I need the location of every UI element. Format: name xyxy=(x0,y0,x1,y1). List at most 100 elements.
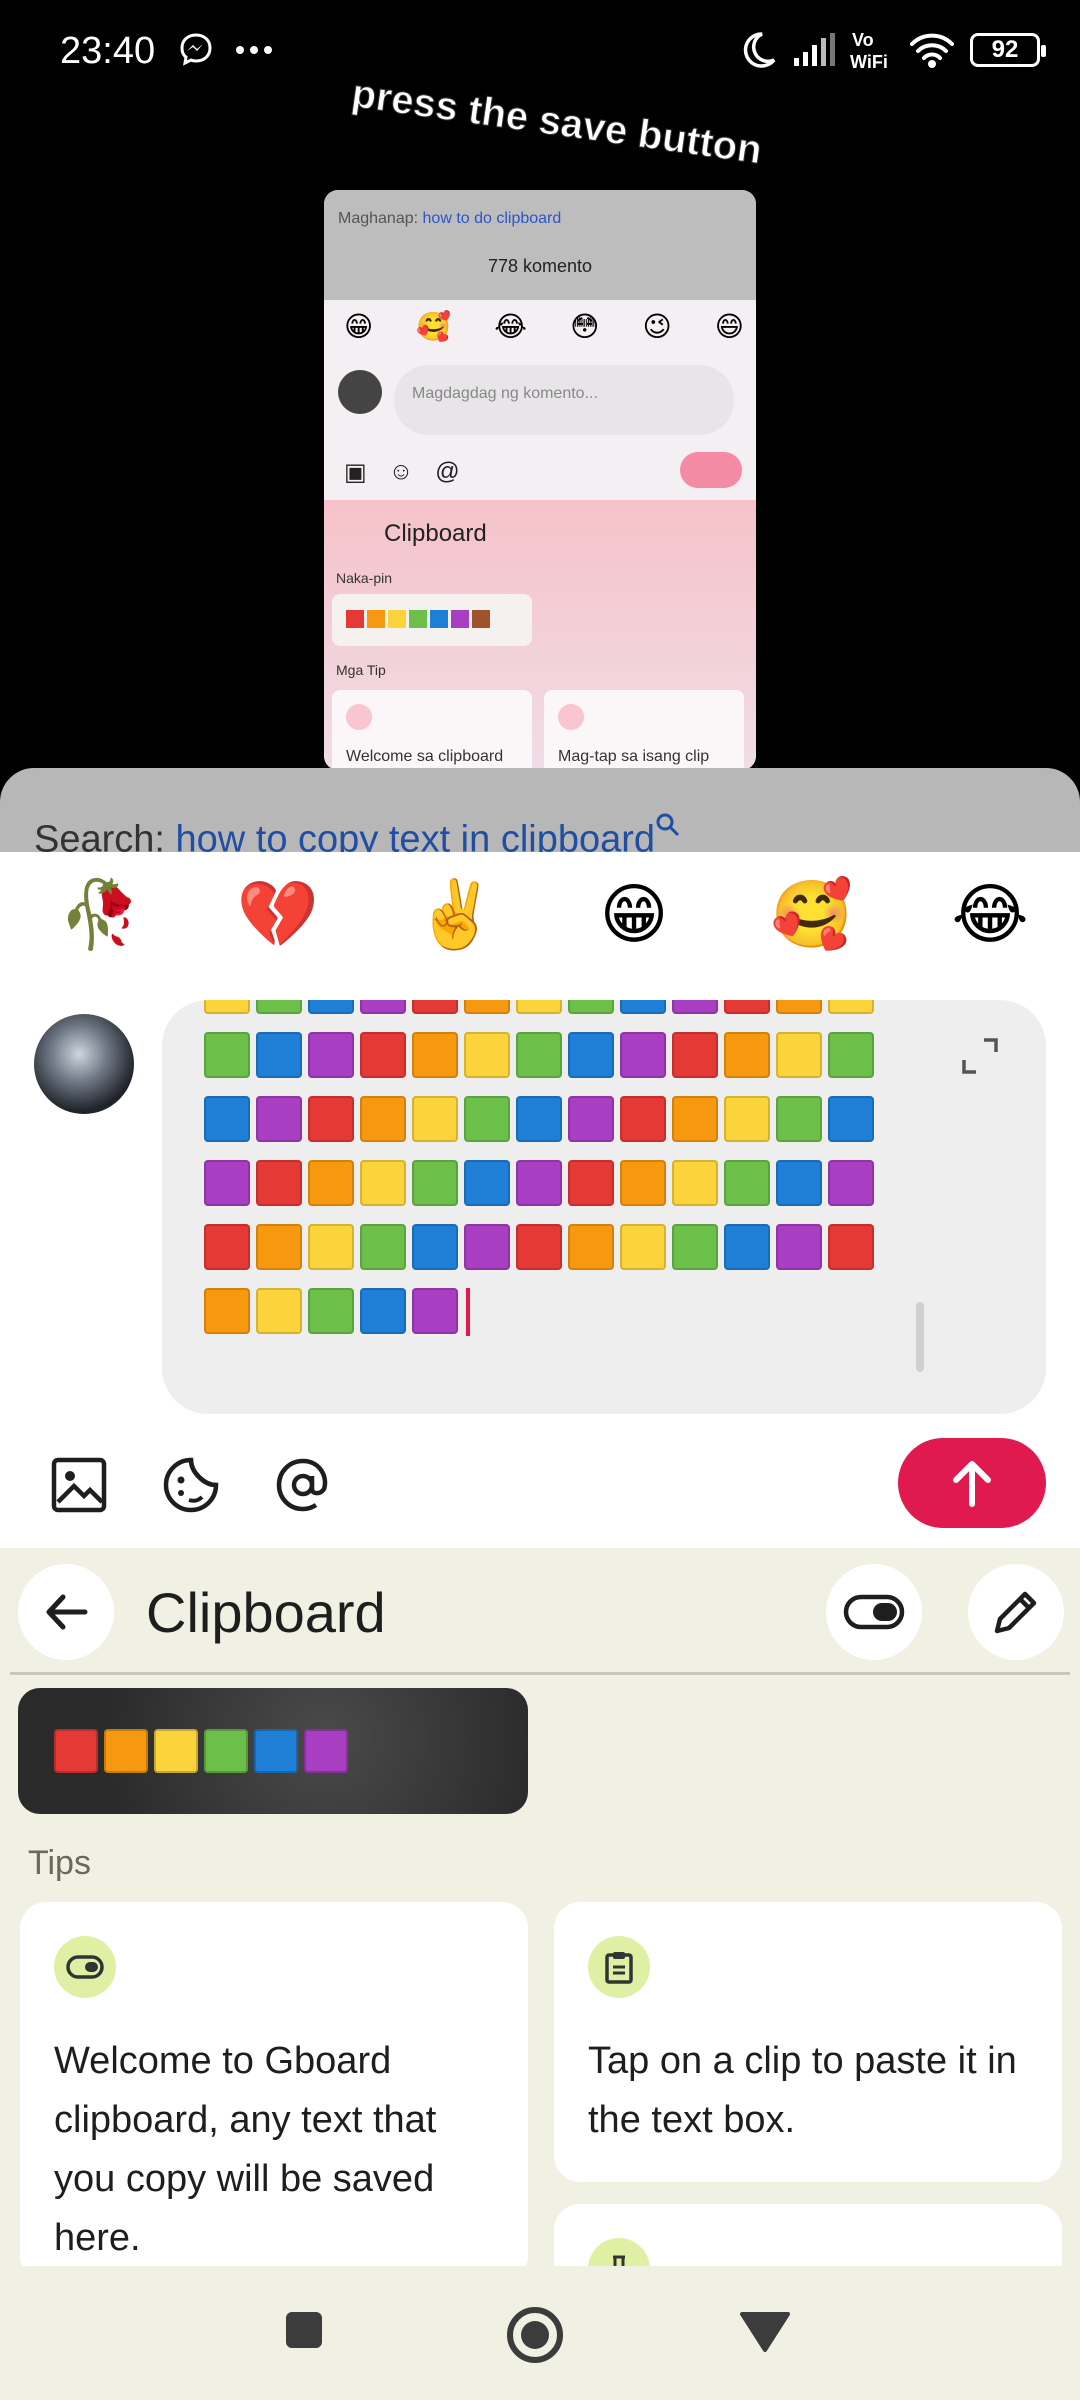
video-tip-card: Mag-tap sa isang clip xyxy=(544,690,744,770)
pinned-clip[interactable] xyxy=(18,1688,528,1814)
text-cursor xyxy=(466,1288,470,1336)
emoji-square-row xyxy=(204,1032,904,1078)
emoji-square xyxy=(204,1096,250,1142)
emoji-square xyxy=(828,1160,874,1206)
emoji-square xyxy=(776,1000,822,1014)
emoji-square xyxy=(308,1000,354,1014)
emoji-square-row xyxy=(204,1000,904,1014)
emoji-square-row xyxy=(204,1160,904,1206)
emoji-square xyxy=(672,1224,718,1270)
status-notification-icons xyxy=(176,30,274,70)
emoji-square xyxy=(308,1096,354,1142)
emoji-reaction[interactable]: 🥰 xyxy=(762,876,862,954)
emoji-square xyxy=(412,1000,458,1014)
emoji-square xyxy=(256,1160,302,1206)
video-send-button xyxy=(680,452,742,488)
input-scrollbar[interactable] xyxy=(916,1302,924,1372)
emoji-square xyxy=(360,1096,406,1142)
emoji-square xyxy=(412,1032,458,1078)
emoji-square-row xyxy=(204,1096,904,1142)
emoji-square xyxy=(464,1224,510,1270)
tip-card[interactable]: Tap on a clip to paste it in the text bo… xyxy=(554,1902,1062,2182)
emoji-reaction[interactable]: 🥀 xyxy=(50,876,150,954)
emoji-reaction[interactable]: 😂 xyxy=(940,876,1040,954)
emoji-square xyxy=(516,1000,562,1014)
emoji-square xyxy=(464,1032,510,1078)
emoji-reaction[interactable]: 💔 xyxy=(228,876,328,954)
home-button[interactable] xyxy=(506,2306,564,2364)
emoji-square xyxy=(204,1000,250,1014)
back-nav-button[interactable] xyxy=(740,2310,790,2354)
emoji-square xyxy=(724,1000,770,1014)
expand-icon[interactable] xyxy=(960,1036,1000,1076)
comment-text-emoji-squares xyxy=(204,1000,904,1354)
toggle-icon xyxy=(66,1955,104,1979)
divider xyxy=(10,1672,1070,1675)
navigation-bar xyxy=(0,2266,1080,2400)
battery-indicator: 92 xyxy=(970,33,1046,67)
video-comment-count: 778 komento xyxy=(487,256,593,276)
emoji-square xyxy=(724,1032,770,1078)
emoji-square xyxy=(308,1288,354,1334)
emoji-square xyxy=(776,1224,822,1270)
emoji-reaction[interactable]: 😁 xyxy=(584,876,684,954)
tip-text: Tap on a clip to paste it in the text bo… xyxy=(588,2040,1017,2141)
emoji-square xyxy=(256,1096,302,1142)
arrow-left-icon xyxy=(46,1594,88,1630)
emoji-square xyxy=(256,1032,302,1078)
emoji-square xyxy=(776,1160,822,1206)
video-toolbar: ▣ ☺ @ xyxy=(344,458,460,486)
emoji-square xyxy=(568,1224,614,1270)
emoji-square xyxy=(828,1096,874,1142)
more-dots-icon xyxy=(236,46,272,54)
emoji-square xyxy=(464,1160,510,1206)
back-button[interactable] xyxy=(18,1564,114,1660)
emoji-square xyxy=(204,1032,250,1078)
at-sign-icon[interactable] xyxy=(274,1456,332,1514)
emoji-square xyxy=(254,1729,298,1773)
emoji-square xyxy=(620,1224,666,1270)
sticker-icon[interactable] xyxy=(162,1456,220,1514)
emoji-square xyxy=(412,1160,458,1206)
comment-input-field[interactable] xyxy=(162,1000,1046,1414)
emoji-reaction-row: 🥀 💔 ✌️ 😁 🥰 😂 xyxy=(50,876,1040,954)
signal-icon xyxy=(794,33,835,66)
video-emoji-row: 😁 🥰 😂 😳 😉 😄 xyxy=(344,311,744,342)
emoji-square xyxy=(256,1288,302,1334)
video-avatar xyxy=(338,370,382,414)
edit-button[interactable] xyxy=(968,1564,1064,1660)
clipboard-toggle-button[interactable] xyxy=(826,1564,922,1660)
video-search-text: Maghanap: how to do clipboard xyxy=(338,210,562,227)
emoji-square xyxy=(724,1224,770,1270)
emoji-square xyxy=(360,1288,406,1334)
svg-text:WiFi: WiFi xyxy=(850,52,888,72)
status-system-icons: Vo WiFi 92 xyxy=(738,28,1046,72)
emoji-square xyxy=(724,1096,770,1142)
messenger-icon xyxy=(180,33,212,66)
emoji-square xyxy=(568,1000,614,1014)
emoji-square xyxy=(620,1160,666,1206)
emoji-reaction[interactable]: ✌️ xyxy=(406,876,506,954)
tip-icon xyxy=(588,1936,650,1998)
emoji-square xyxy=(828,1000,874,1014)
emoji-square xyxy=(304,1729,348,1773)
emoji-square xyxy=(104,1729,148,1773)
emoji-square xyxy=(308,1224,354,1270)
emoji-square xyxy=(204,1729,248,1773)
tip-card[interactable]: Welcome to Gboard clipboard, any text th… xyxy=(20,1902,528,2282)
emoji-square xyxy=(256,1000,302,1014)
emoji-square xyxy=(360,1032,406,1078)
status-bar: 23:40 Vo WiFi 92 xyxy=(0,0,1080,105)
svg-text:Vo: Vo xyxy=(852,30,874,50)
emoji-square xyxy=(620,1096,666,1142)
emoji-square xyxy=(308,1160,354,1206)
emoji-square xyxy=(516,1096,562,1142)
image-icon[interactable] xyxy=(50,1456,108,1514)
emoji-square xyxy=(672,1160,718,1206)
background-video[interactable]: Maghanap: how to do clipboard 778 koment… xyxy=(324,190,756,770)
emoji-square xyxy=(204,1288,250,1334)
emoji-square xyxy=(516,1224,562,1270)
send-button[interactable] xyxy=(898,1438,1046,1528)
recents-button[interactable] xyxy=(282,2308,326,2352)
emoji-square xyxy=(516,1032,562,1078)
